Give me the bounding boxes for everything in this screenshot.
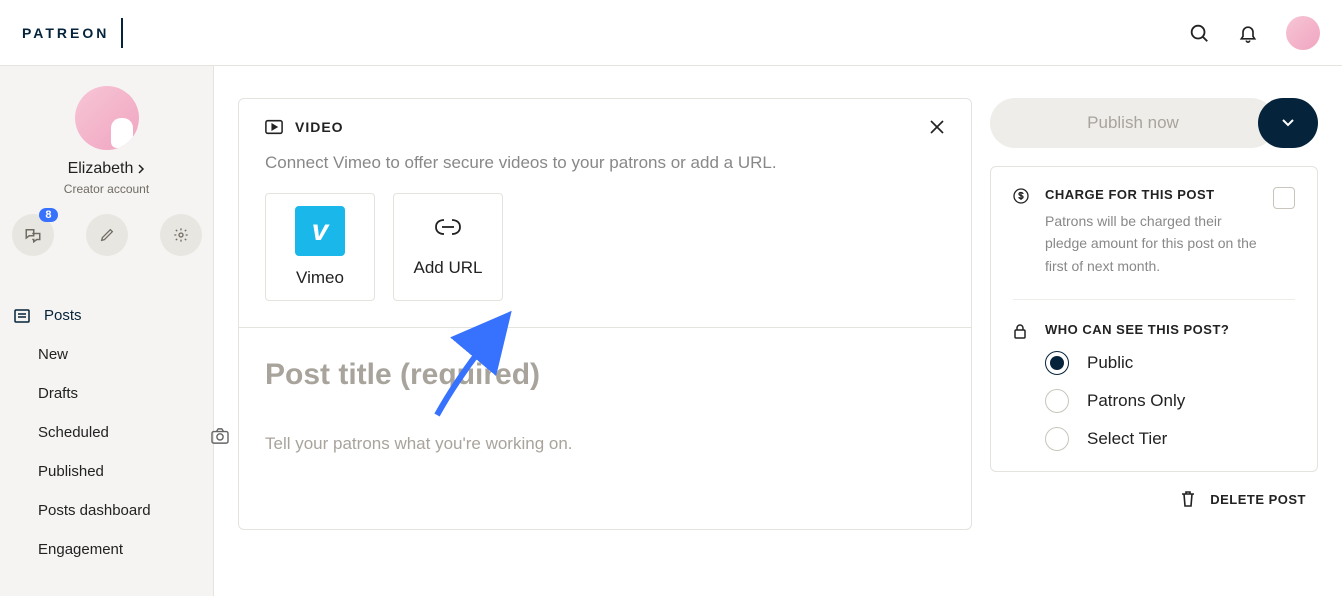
radio-input[interactable] — [1045, 427, 1069, 451]
posts-icon — [14, 309, 30, 323]
sidebar-item-label: Posts dashboard — [38, 502, 151, 519]
chat-icon — [24, 227, 42, 243]
publish-now-button[interactable]: Publish now — [990, 98, 1276, 148]
card-description: Connect Vimeo to offer secure videos to … — [239, 135, 971, 173]
close-icon — [929, 119, 945, 135]
header-actions — [1188, 16, 1320, 50]
avatar[interactable] — [1286, 16, 1320, 50]
publish-controls: Publish now — [990, 98, 1318, 148]
post-title-input[interactable] — [265, 358, 945, 392]
profile-actions: 8 — [12, 214, 202, 256]
charge-section: CHARGE FOR THIS POST Patrons will be cha… — [1013, 187, 1295, 277]
brand-wordmark: PATREON — [22, 25, 109, 41]
post-settings-card: CHARGE FOR THIS POST Patrons will be cha… — [990, 166, 1318, 472]
messages-badge: 8 — [39, 208, 57, 222]
publish-dropdown-button[interactable] — [1258, 98, 1318, 148]
sidebar-item-posts-dashboard[interactable]: Posts dashboard — [0, 491, 213, 530]
profile-name-label: Elizabeth — [68, 160, 134, 178]
brand-divider — [121, 18, 123, 48]
visibility-options: Public Patrons Only Select Tier — [1045, 351, 1295, 451]
charge-description: Patrons will be charged their pledge amo… — [1045, 210, 1257, 277]
sidebar-nav: Posts New Drafts Scheduled Published Pos… — [0, 296, 213, 569]
settings-button[interactable] — [160, 214, 202, 256]
delete-label: DELETE POST — [1210, 492, 1306, 507]
sidebar-item-label: Scheduled — [38, 424, 109, 441]
profile-name-link[interactable]: Elizabeth — [68, 160, 146, 178]
sidebar-item-label: Published — [38, 463, 104, 480]
lock-icon — [1013, 322, 1029, 451]
radio-input[interactable] — [1045, 389, 1069, 413]
dollar-icon — [1013, 187, 1029, 277]
sidebar-item-label: Posts — [44, 307, 82, 324]
profile-avatar[interactable] — [75, 86, 139, 150]
profile-block: Elizabeth Creator account 8 — [0, 66, 213, 274]
vimeo-icon: v — [295, 206, 345, 256]
connect-options: v Vimeo Add URL — [239, 173, 971, 327]
card-title: VIDEO — [295, 119, 344, 135]
edit-button[interactable] — [86, 214, 128, 256]
sidebar-item-new[interactable]: New — [0, 335, 213, 374]
editor-column: VIDEO Connect Vimeo to offer secure vide… — [238, 98, 972, 596]
delete-post-button[interactable]: DELETE POST — [990, 490, 1318, 508]
vimeo-label: Vimeo — [296, 268, 344, 288]
sidebar-item-label: New — [38, 346, 68, 363]
chevron-down-icon — [1281, 118, 1295, 128]
add-url-label: Add URL — [414, 258, 483, 278]
radio-label: Public — [1087, 353, 1133, 373]
pencil-icon — [99, 227, 115, 243]
main-content: VIDEO Connect Vimeo to offer secure vide… — [214, 66, 1342, 596]
close-button[interactable] — [929, 119, 945, 135]
radio-input[interactable] — [1045, 351, 1069, 375]
visibility-section: WHO CAN SEE THIS POST? Public Patrons On… — [1013, 299, 1295, 451]
bell-icon[interactable] — [1238, 22, 1258, 44]
gear-icon — [173, 227, 189, 243]
visibility-option-public[interactable]: Public — [1045, 351, 1295, 375]
radio-label: Select Tier — [1087, 429, 1167, 449]
sidebar-item-label: Engagement — [38, 541, 123, 558]
app-header: PATREON — [0, 0, 1342, 66]
card-header: VIDEO — [239, 99, 971, 135]
post-body-input[interactable] — [265, 434, 945, 494]
link-icon — [430, 216, 466, 246]
visibility-title: WHO CAN SEE THIS POST? — [1045, 322, 1295, 337]
search-icon[interactable] — [1188, 22, 1210, 44]
chevron-right-icon — [137, 164, 145, 174]
messages-button[interactable]: 8 — [12, 214, 54, 256]
sidebar-item-drafts[interactable]: Drafts — [0, 374, 213, 413]
sidebar-item-scheduled[interactable]: Scheduled — [0, 413, 213, 452]
sidebar-item-engagement[interactable]: Engagement — [0, 530, 213, 569]
video-attachment-card: VIDEO Connect Vimeo to offer secure vide… — [238, 98, 972, 530]
profile-subtitle: Creator account — [64, 182, 149, 196]
camera-icon[interactable] — [211, 428, 229, 444]
sidebar: Elizabeth Creator account 8 — [0, 66, 214, 596]
charge-title: CHARGE FOR THIS POST — [1045, 187, 1257, 202]
connect-vimeo-button[interactable]: v Vimeo — [265, 193, 375, 301]
radio-label: Patrons Only — [1087, 391, 1185, 411]
visibility-option-select-tier[interactable]: Select Tier — [1045, 427, 1295, 451]
publish-label: Publish now — [1087, 113, 1179, 133]
editor-body — [239, 327, 971, 529]
visibility-option-patrons-only[interactable]: Patrons Only — [1045, 389, 1295, 413]
sidebar-item-published[interactable]: Published — [0, 452, 213, 491]
sidebar-item-posts[interactable]: Posts — [0, 296, 213, 335]
settings-column: Publish now CHARGE FOR THIS POST Patrons… — [990, 98, 1318, 596]
add-url-button[interactable]: Add URL — [393, 193, 503, 301]
trash-icon — [1180, 490, 1196, 508]
app-layout: Elizabeth Creator account 8 — [0, 66, 1342, 596]
video-icon — [265, 119, 283, 135]
charge-checkbox[interactable] — [1273, 187, 1295, 209]
sidebar-item-label: Drafts — [38, 385, 78, 402]
brand-logo[interactable]: PATREON — [22, 18, 123, 48]
